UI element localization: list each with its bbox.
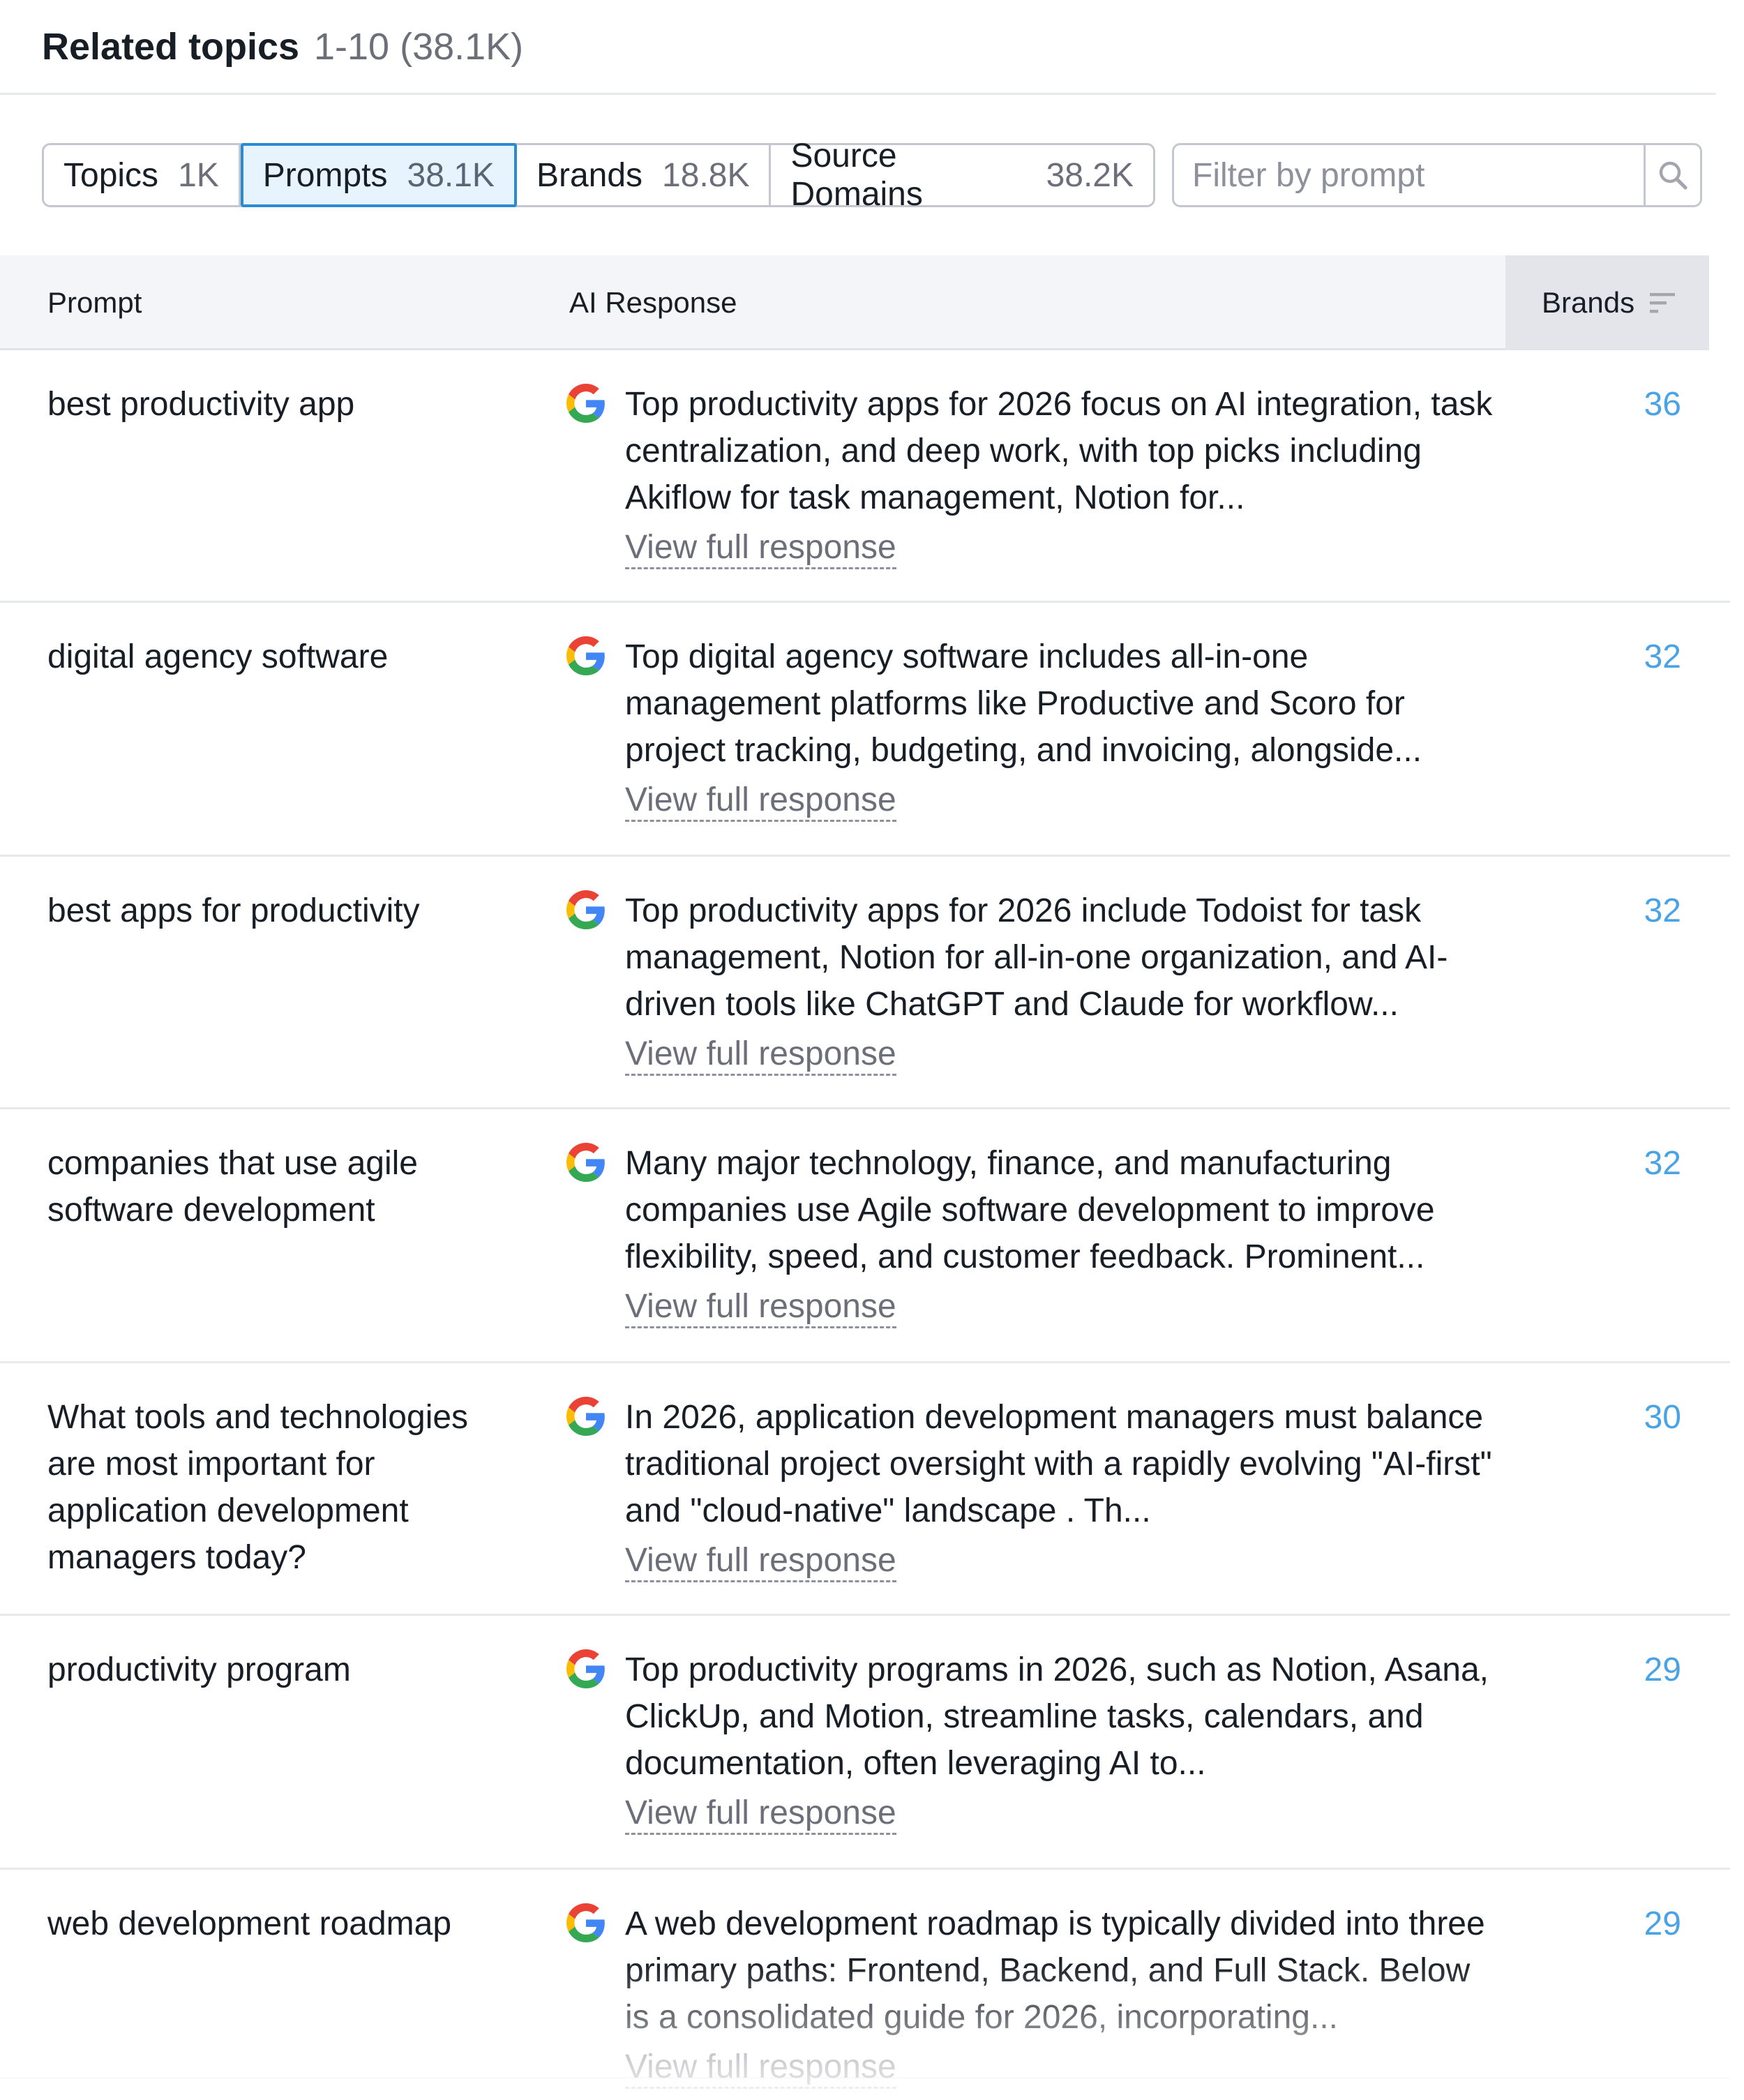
column-label: AI Response (569, 286, 737, 319)
ai-response: Many major technology, finance, and manu… (625, 1140, 1497, 1330)
tab-brands[interactable]: Brands 18.8K (517, 145, 772, 205)
ai-response: Top digital agency software includes all… (625, 633, 1497, 823)
tab-label: Brands (536, 156, 643, 194)
header: Related topics 1-10 (38.1K) (0, 0, 1716, 95)
ai-response-text: Top productivity apps for 2026 include T… (625, 892, 1448, 1023)
ai-response: Top productivity apps for 2026 focus on … (625, 381, 1497, 571)
prompt-text: companies that use agile software develo… (47, 1145, 418, 1229)
tab-group: Topics 1K Prompts 38.1K Brands 18.8K Sou… (42, 137, 1155, 213)
filter-input[interactable] (1174, 145, 1644, 205)
ai-response-text: Top productivity programs in 2026, such … (625, 1651, 1489, 1782)
tab-topics[interactable]: Topics 1K (44, 145, 241, 205)
ai-response-text: A web development roadmap is typically d… (625, 1905, 1485, 2036)
ai-response: In 2026, application development manager… (625, 1394, 1497, 1584)
search-button[interactable] (1644, 145, 1700, 205)
tab-count: 38.1K (407, 156, 495, 194)
prompt-text: best productivity app (47, 386, 355, 423)
ai-response-text: Top digital agency software includes all… (625, 638, 1422, 769)
tab-label: Source Domains (790, 137, 923, 213)
brands-count[interactable]: 32 (1644, 1140, 1681, 1187)
brands-count[interactable]: 30 (1644, 1394, 1681, 1441)
tab-count: 38.2K (1046, 156, 1134, 194)
results-count: 1-10 (38.1K) (314, 26, 524, 68)
table-row: digital agency software Top digital agenc… (0, 603, 1730, 857)
tab-count: 1K (178, 156, 219, 194)
view-full-response-link[interactable]: View full response (625, 1794, 896, 1835)
google-icon (566, 1649, 606, 1688)
google-icon (566, 384, 606, 423)
tab-prompts[interactable]: Prompts 38.1K (240, 143, 517, 207)
brands-count[interactable]: 32 (1644, 633, 1681, 680)
prompt-text: What tools and technologies are most imp… (47, 1399, 469, 1576)
brands-count[interactable]: 36 (1644, 381, 1681, 428)
column-header-prompt: Prompt (47, 255, 142, 350)
tab-label: Topics (63, 156, 159, 194)
view-full-response-link[interactable]: View full response (625, 1541, 896, 1582)
table-row: best apps for productivity Top productivi… (0, 857, 1730, 1109)
view-full-response-link[interactable]: View full response (625, 1035, 896, 1076)
google-icon (566, 636, 606, 675)
ai-response: A web development roadmap is typically d… (625, 1900, 1497, 2090)
table-body: best productivity app Top productivity ap… (0, 350, 1730, 2089)
google-icon (566, 1143, 606, 1182)
column-header-ai-response: AI Response (569, 255, 737, 350)
table-row: productivity program Top productivity pro… (0, 1616, 1730, 1870)
filter-box (1172, 143, 1702, 207)
prompt-text: best apps for productivity (47, 892, 420, 929)
page-title: Related topics (42, 26, 300, 68)
ai-response-text: Top productivity apps for 2026 focus on … (625, 386, 1493, 516)
table-row: web development roadmap A web development… (0, 1870, 1730, 2089)
ai-response: Top productivity programs in 2026, such … (625, 1647, 1497, 1836)
view-full-response-link[interactable]: View full response (625, 528, 896, 569)
column-label: Prompt (47, 286, 142, 319)
brands-count[interactable]: 29 (1644, 1900, 1681, 1947)
ai-response: Top productivity apps for 2026 include T… (625, 887, 1497, 1077)
view-full-response-link[interactable]: View full response (625, 1287, 896, 1328)
brands-count[interactable]: 29 (1644, 1647, 1681, 1693)
table-header: Prompt AI Response Brands (0, 255, 1709, 350)
view-full-response-link[interactable]: View full response (625, 781, 896, 822)
ai-response-text: Many major technology, finance, and manu… (625, 1145, 1435, 1275)
ai-response-text: In 2026, application development manager… (625, 1399, 1492, 1529)
table-row: best productivity app Top productivity ap… (0, 350, 1730, 603)
google-icon (566, 890, 606, 929)
google-icon (566, 1397, 606, 1436)
search-icon (1659, 161, 1687, 190)
tab-source-domains[interactable]: Source Domains 38.2K (771, 137, 1153, 213)
view-full-response-link[interactable]: View full response (625, 2048, 896, 2089)
sort-descending-icon (1650, 293, 1676, 313)
prompt-text: productivity program (47, 1651, 351, 1688)
table-row: What tools and technologies are most imp… (0, 1363, 1730, 1616)
tab-count: 18.8K (662, 156, 750, 194)
prompt-text: digital agency software (47, 638, 389, 675)
column-header-brands[interactable]: Brands (1505, 255, 1709, 350)
google-icon (566, 1903, 606, 1942)
tab-label: Prompts (262, 156, 388, 194)
brands-count[interactable]: 32 (1644, 887, 1681, 934)
prompt-text: web development roadmap (47, 1905, 452, 1942)
column-label: Brands (1542, 286, 1635, 319)
table-row: companies that use agile software develo… (0, 1109, 1730, 1363)
